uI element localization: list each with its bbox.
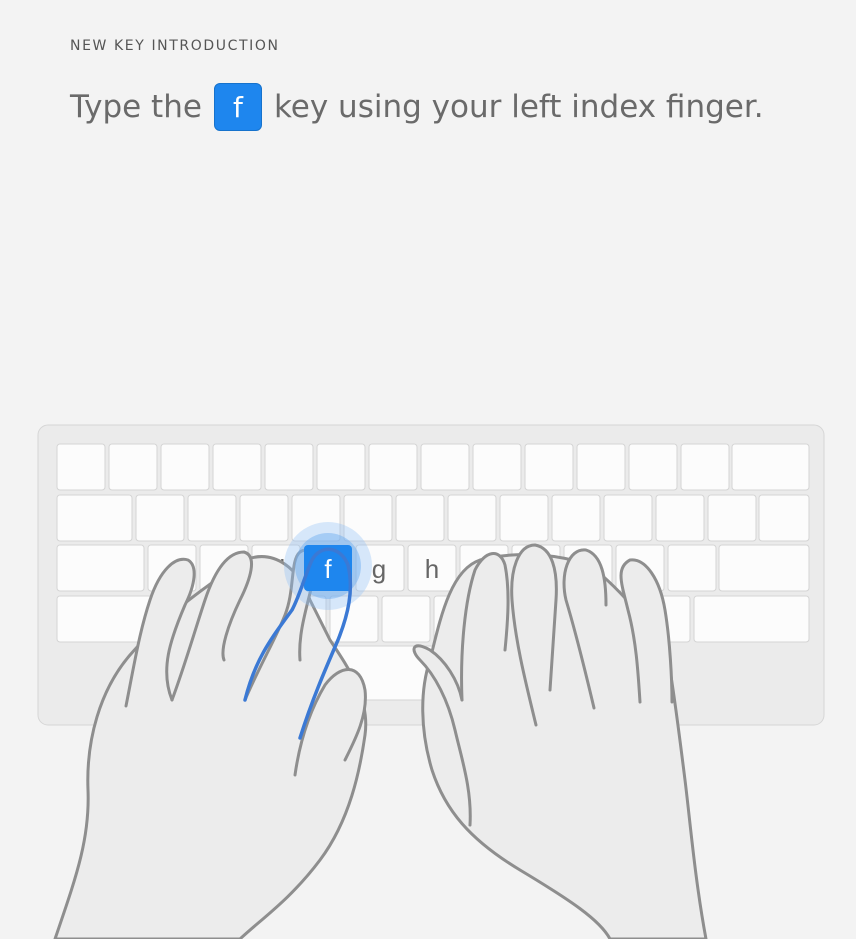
key xyxy=(160,443,210,491)
key xyxy=(499,494,549,542)
key xyxy=(395,494,445,542)
key xyxy=(239,494,289,542)
key xyxy=(603,494,653,542)
key xyxy=(264,443,314,491)
key xyxy=(420,443,470,491)
key xyxy=(655,494,705,542)
key xyxy=(628,443,678,491)
key xyxy=(135,494,185,542)
key xyxy=(707,494,757,542)
key-label-h: h xyxy=(425,554,439,584)
key xyxy=(212,443,262,491)
key xyxy=(524,443,574,491)
key-right-shift xyxy=(693,595,810,643)
key xyxy=(576,443,626,491)
key xyxy=(381,595,431,643)
key-caps-lock xyxy=(56,544,145,592)
key-backslash xyxy=(758,494,810,542)
key xyxy=(108,443,158,491)
key-tab xyxy=(56,494,133,542)
key xyxy=(316,443,366,491)
key-label-g: g xyxy=(372,554,386,584)
keyboard-diagram: a s d g h j k l f xyxy=(37,424,825,939)
key-enter xyxy=(718,544,810,592)
key xyxy=(447,494,497,542)
key-label-f: f xyxy=(324,554,332,584)
key xyxy=(368,443,418,491)
key-backspace xyxy=(731,443,810,491)
key xyxy=(667,544,717,592)
key xyxy=(551,494,601,542)
key xyxy=(472,443,522,491)
key xyxy=(680,443,730,491)
key xyxy=(187,494,237,542)
key xyxy=(56,443,106,491)
